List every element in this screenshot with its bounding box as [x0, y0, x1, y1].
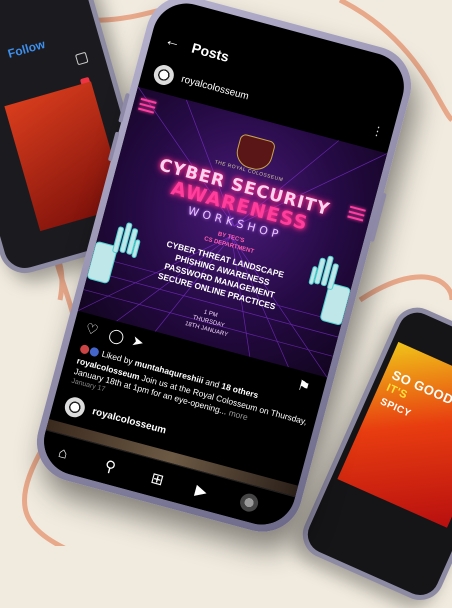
- post-username[interactable]: royalcolosseum: [180, 74, 250, 103]
- page-title: Posts: [189, 39, 231, 65]
- comment-icon[interactable]: ◯: [107, 326, 126, 346]
- liker-avatar: [79, 344, 91, 356]
- square-icon: [74, 51, 89, 66]
- liker-avatar: [88, 346, 100, 358]
- heart-icon[interactable]: ♡: [84, 320, 100, 340]
- bookmark-icon[interactable]: ⚑: [296, 376, 312, 396]
- back-arrow-icon[interactable]: ←: [163, 31, 183, 53]
- search-icon[interactable]: ⚲: [103, 456, 118, 476]
- reels-icon[interactable]: ▶: [193, 481, 209, 501]
- profile-avatar-icon[interactable]: [238, 491, 261, 514]
- home-icon[interactable]: ⌂: [56, 444, 69, 463]
- follow-button[interactable]: Follow: [6, 37, 46, 61]
- promo-tagline: SPICY: [378, 396, 413, 420]
- avatar[interactable]: [151, 62, 177, 88]
- avatar[interactable]: [62, 395, 88, 420]
- post-username[interactable]: royalcolosseum: [91, 406, 167, 436]
- share-icon[interactable]: ➤: [130, 332, 145, 351]
- likes-and: and: [204, 376, 221, 390]
- add-post-icon[interactable]: ⊞: [149, 469, 166, 490]
- more-options-icon[interactable]: ⋮: [370, 123, 384, 139]
